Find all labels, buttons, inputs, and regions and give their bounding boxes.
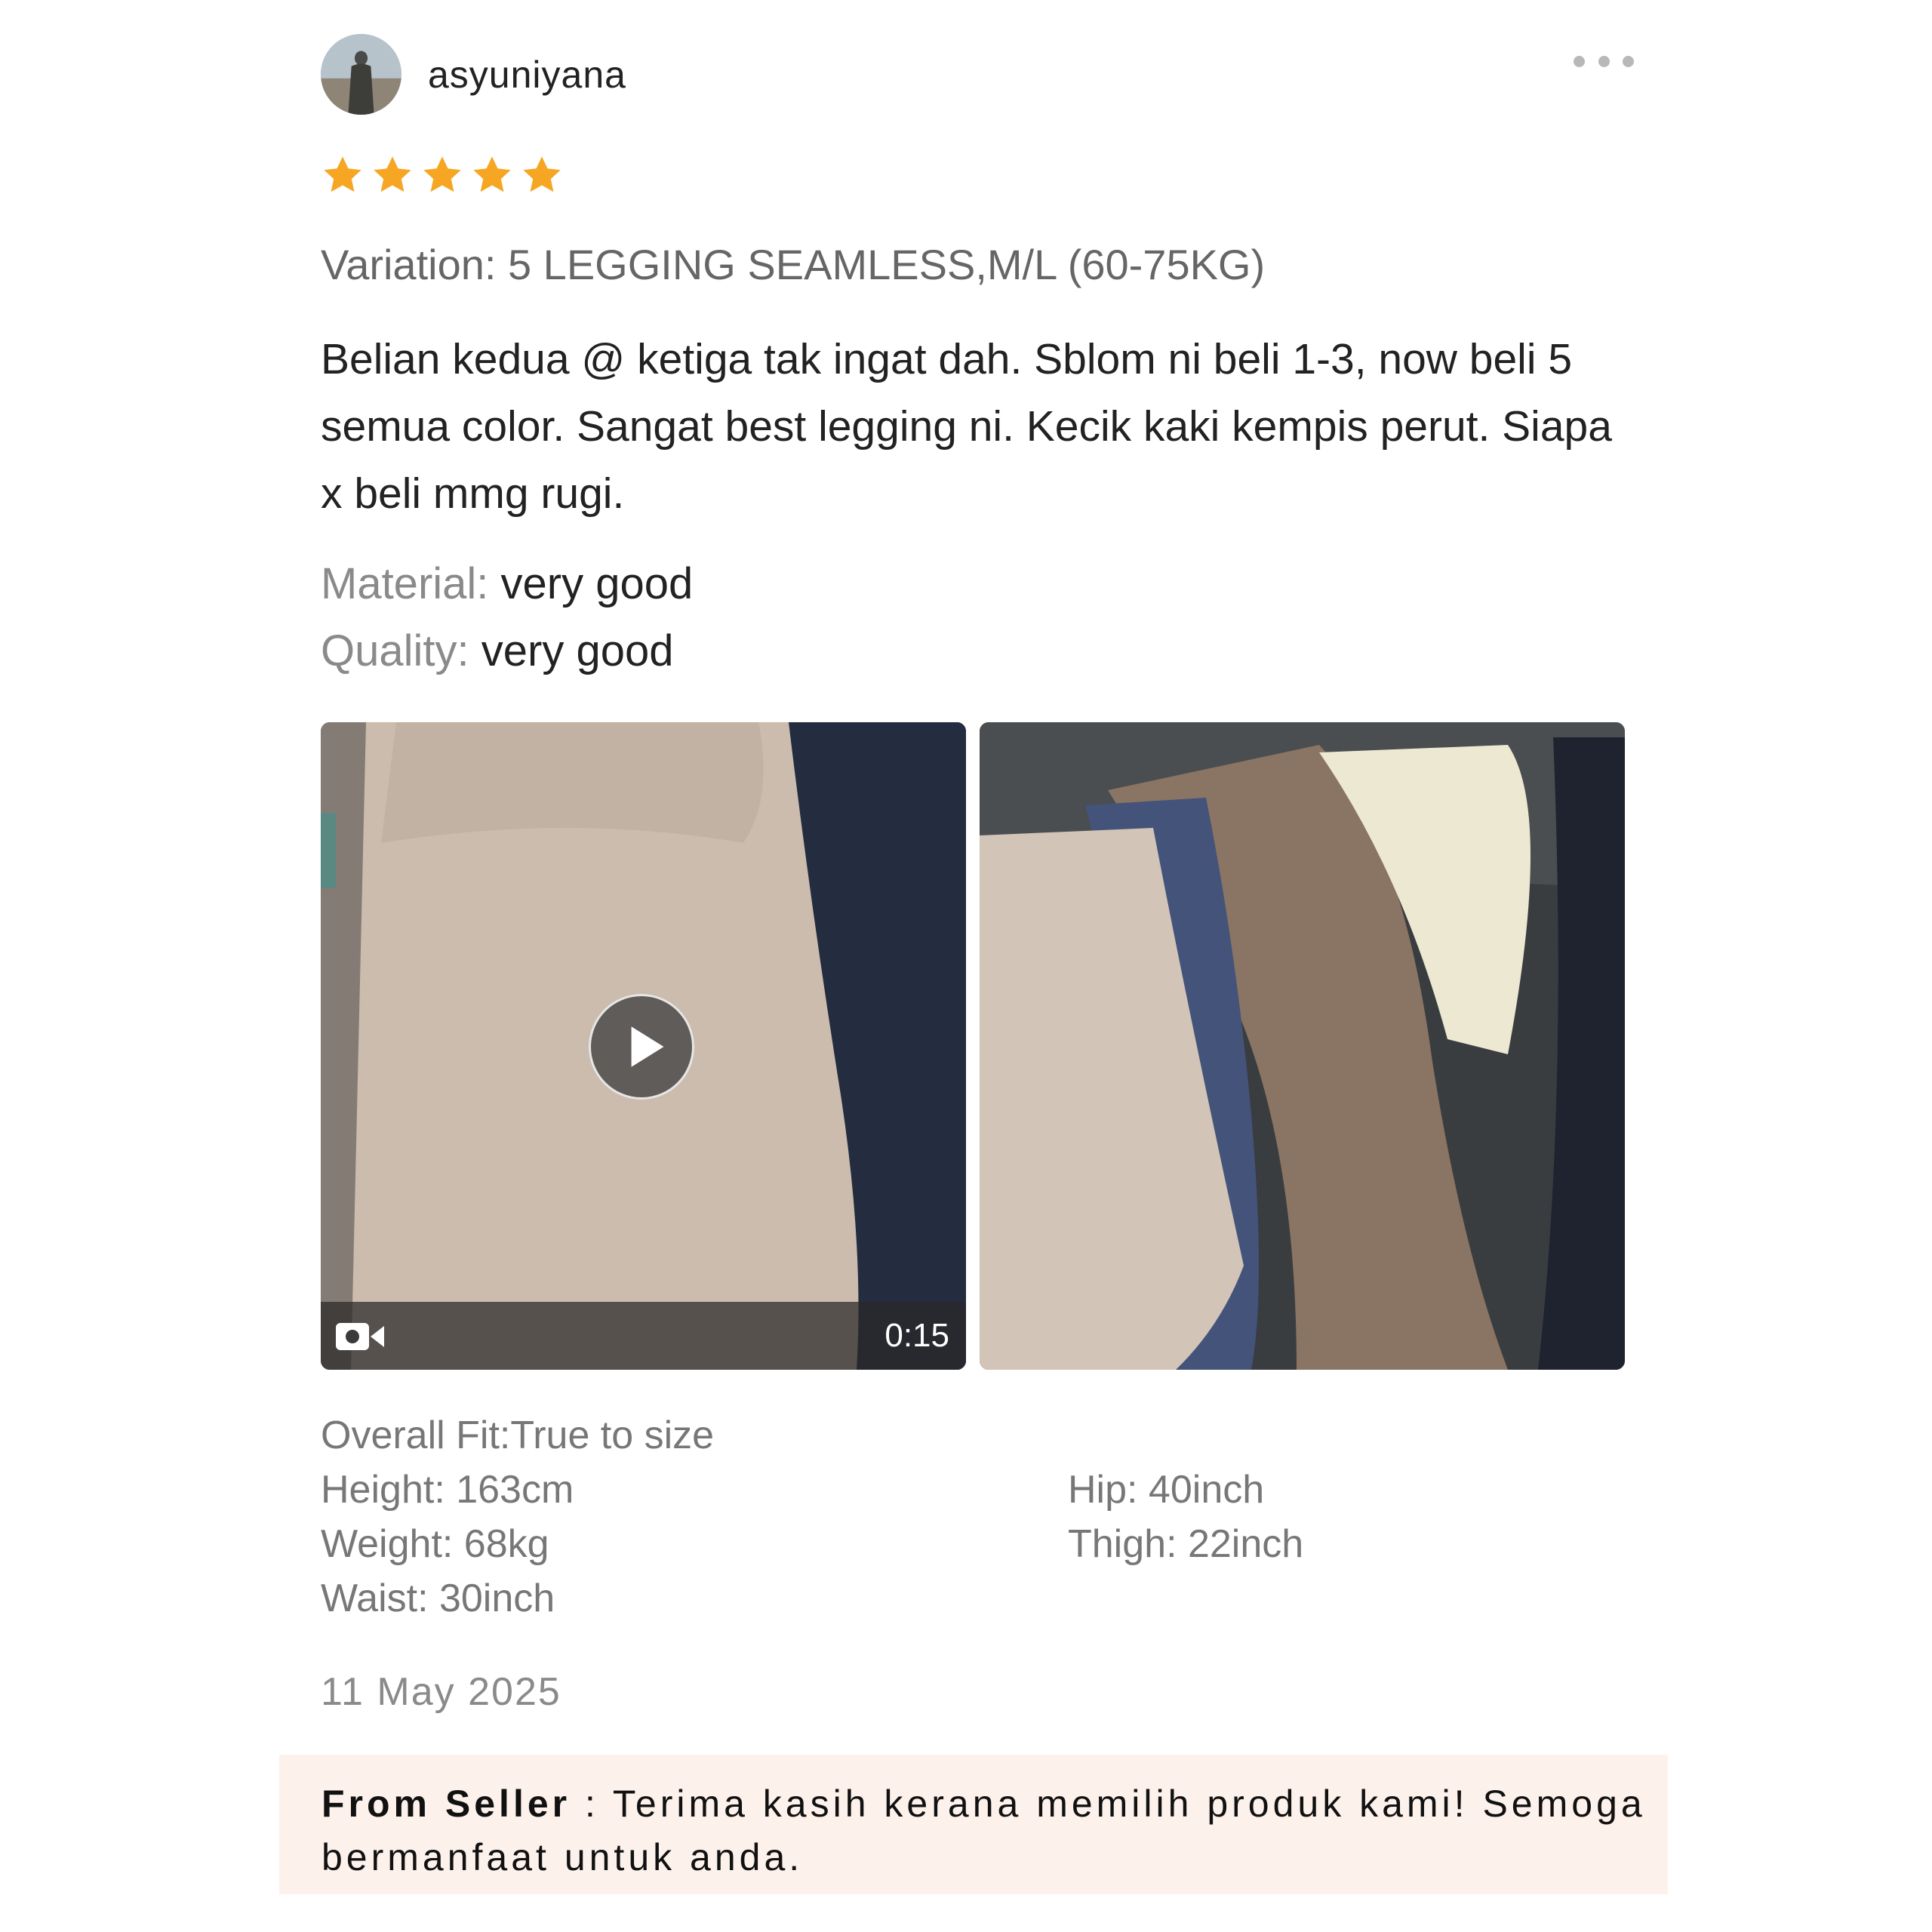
play-icon[interactable] (589, 994, 694, 1100)
attribute-key: Quality: (321, 626, 469, 675)
star-icon (371, 153, 414, 197)
review-video[interactable]: 0:15 (321, 722, 966, 1370)
overall-fit: Overall Fit:True to size (321, 1414, 715, 1457)
star-icon (470, 153, 514, 197)
attribute-quality: Quality: very good (321, 626, 673, 676)
attribute-key: Material: (321, 559, 489, 608)
star-rating (321, 153, 564, 197)
review-photo[interactable] (980, 722, 1625, 1370)
avatar[interactable] (321, 34, 401, 115)
attribute-value: very good (481, 626, 674, 675)
fit-thigh: Thigh: 22inch (1068, 1522, 1304, 1566)
seller-separator: : (571, 1783, 613, 1825)
attribute-value: very good (500, 559, 694, 608)
fit-height: Height: 163cm (321, 1468, 574, 1512)
seller-reply: From Seller : Terima kasih kerana memili… (279, 1755, 1668, 1894)
video-info-bar: 0:15 (321, 1302, 966, 1370)
review-date: 11 May 2025 (321, 1670, 561, 1714)
star-icon (420, 153, 464, 197)
video-camera-icon (334, 1320, 386, 1353)
video-duration: 0:15 (884, 1317, 949, 1354)
more-horizontal-icon[interactable] (1574, 50, 1634, 72)
username[interactable]: asyuniyana (428, 53, 626, 97)
attribute-material: Material: very good (321, 558, 693, 609)
seller-label: From Seller (321, 1783, 571, 1825)
star-icon (520, 153, 564, 197)
variation-text: Variation: 5 LEGGING SEAMLESS,M/L (60-75… (321, 241, 1266, 288)
seller-reply-text: From Seller : Terima kasih kerana memili… (321, 1777, 1650, 1884)
fit-waist: Waist: 30inch (321, 1577, 555, 1620)
fit-hip: Hip: 40inch (1068, 1468, 1265, 1512)
review-comment: Belian kedua @ ketiga tak ingat dah. Sbl… (321, 335, 1612, 518)
review-card: asyuniyana Variation: 5 LEGGING SEAMLESS… (0, 0, 1932, 1932)
fit-weight: Weight: 68kg (321, 1522, 549, 1566)
star-icon (321, 153, 365, 197)
